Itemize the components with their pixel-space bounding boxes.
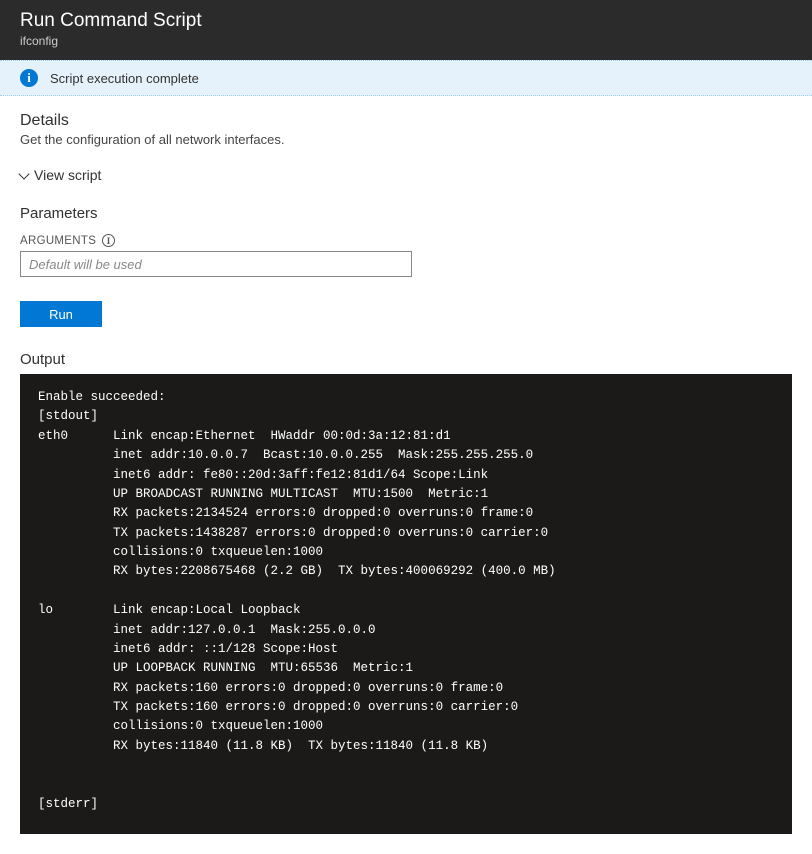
parameters-heading: Parameters [20, 205, 792, 222]
details-heading: Details [20, 112, 792, 130]
info-icon: i [20, 69, 38, 87]
status-text: Script execution complete [50, 71, 199, 86]
view-script-expander[interactable]: View script [20, 167, 792, 183]
page-subtitle: ifconfig [20, 34, 792, 48]
output-terminal[interactable]: Enable succeeded: [stdout] eth0 Link enc… [20, 374, 792, 834]
view-script-label: View script [34, 167, 101, 183]
blade-header: Run Command Script ifconfig [0, 0, 812, 60]
arguments-input[interactable] [20, 251, 412, 277]
page-title: Run Command Script [20, 10, 792, 32]
main-content: Details Get the configuration of all net… [0, 96, 812, 854]
run-button[interactable]: Run [20, 301, 102, 327]
details-description: Get the configuration of all network int… [20, 132, 792, 147]
chevron-down-icon [18, 168, 29, 179]
arguments-label-row: ARGUMENTS i [20, 234, 792, 247]
tooltip-info-icon[interactable]: i [102, 234, 115, 247]
status-banner: i Script execution complete [0, 60, 812, 96]
output-heading: Output [20, 351, 792, 368]
arguments-label: ARGUMENTS [20, 235, 96, 247]
